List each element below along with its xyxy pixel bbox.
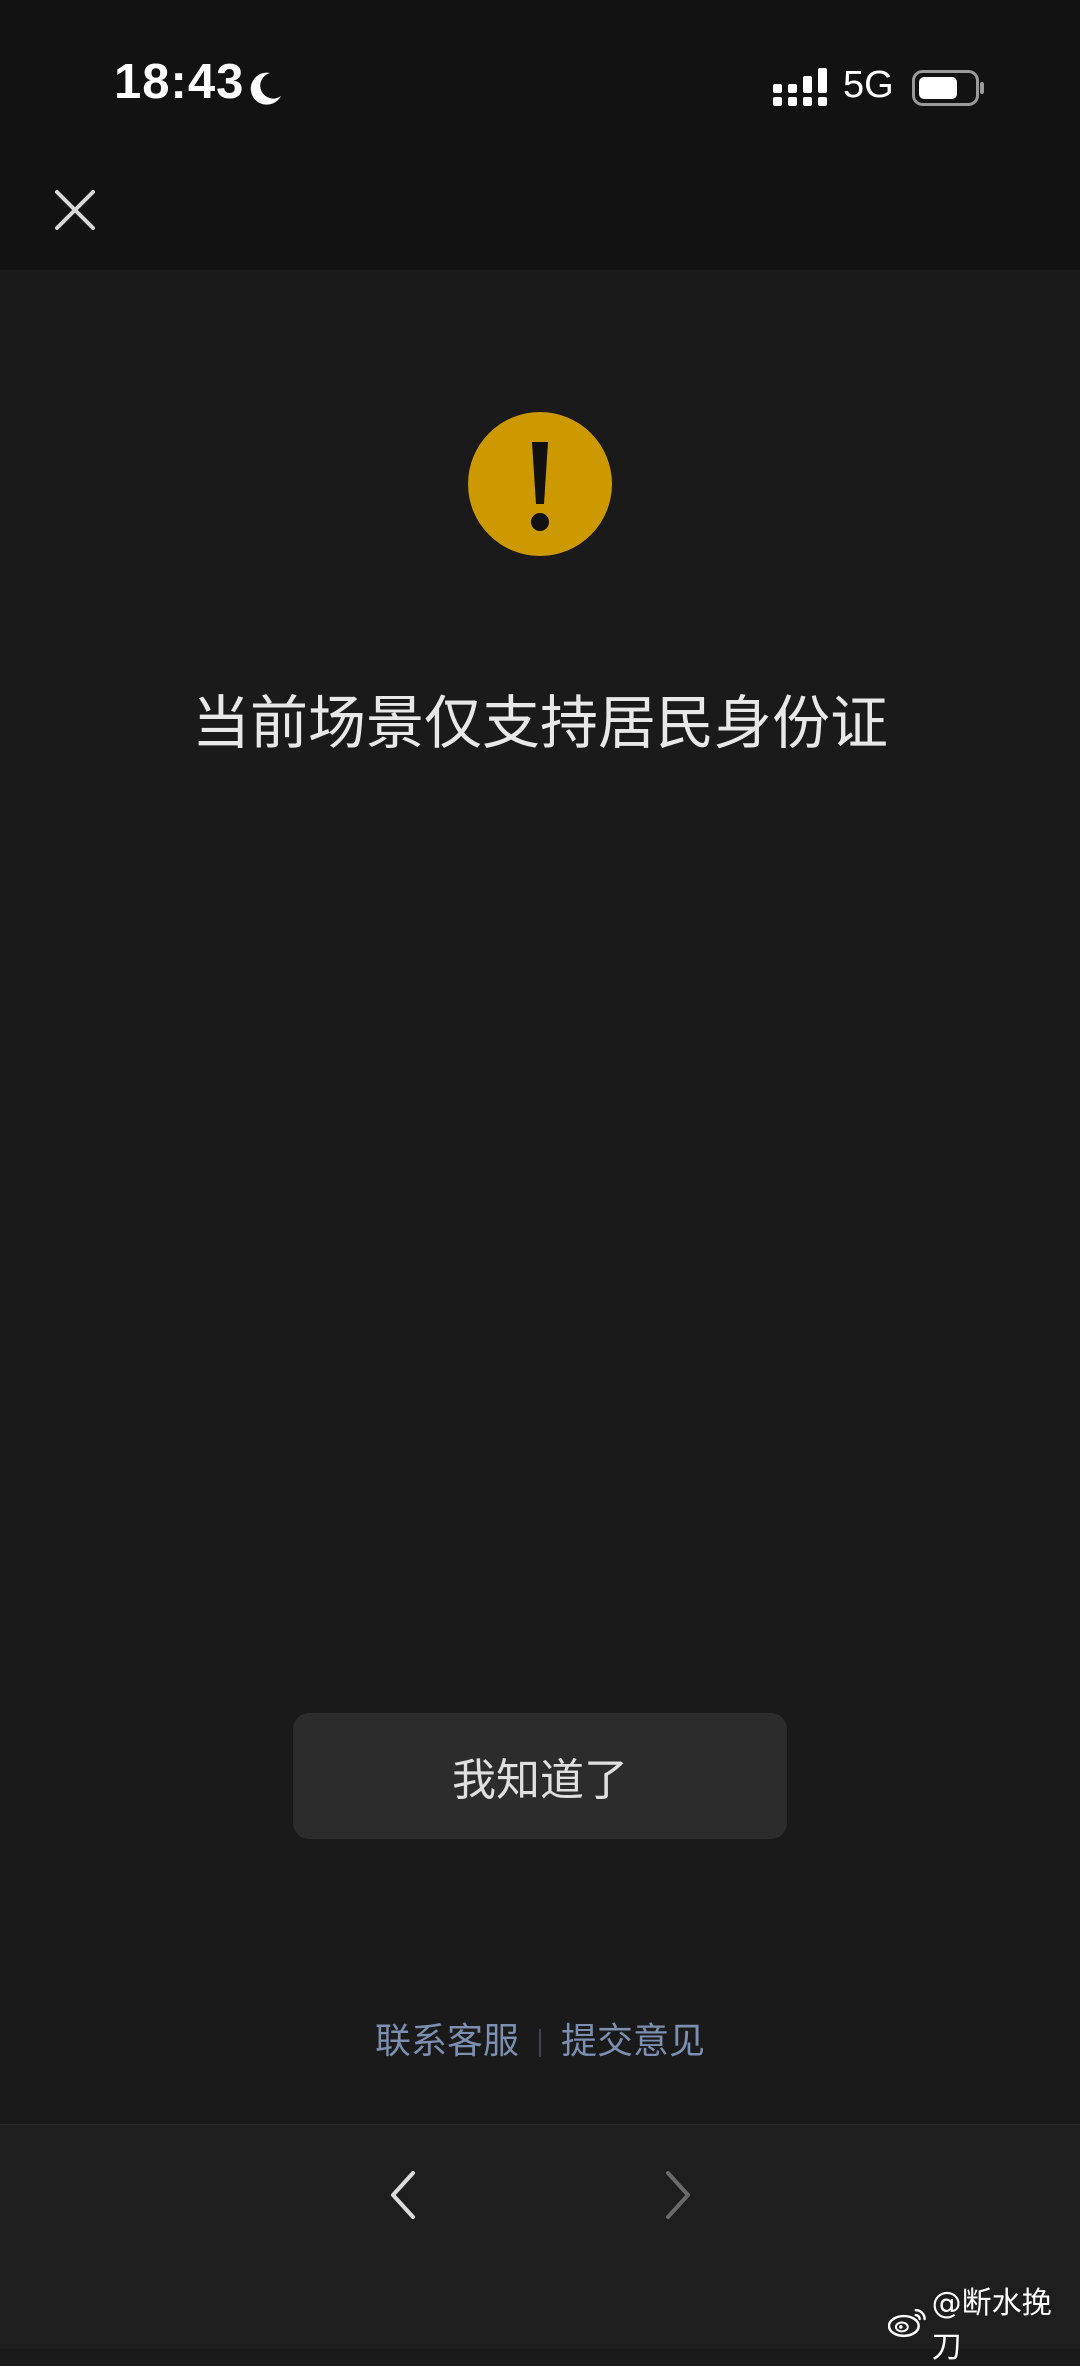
footer-links: 联系客服 提交意见 — [0, 2012, 1080, 2064]
chevron-left-icon[interactable] — [385, 2165, 425, 2225]
error-message: 当前场景仅支持居民身份证 — [191, 689, 888, 757]
close-icon[interactable] — [45, 180, 105, 240]
contact-support-link[interactable]: 联系客服 — [375, 2021, 519, 2062]
top-nav-bar — [0, 170, 1080, 270]
weibo-logo-icon — [888, 2308, 926, 2338]
warning-icon — [468, 412, 612, 556]
watermark-text: @断水挽刀 — [931, 2286, 1052, 2365]
moon-icon — [250, 72, 281, 105]
status-time: 18:43 — [114, 55, 245, 109]
watermark: @断水挽刀 — [888, 2286, 1080, 2365]
link-divider — [539, 2029, 541, 2057]
battery-icon — [912, 70, 984, 106]
acknowledge-button[interactable]: 我知道了 — [293, 1713, 787, 1839]
chevron-right-icon[interactable] — [656, 2165, 696, 2225]
network-type: 5G — [843, 64, 894, 106]
submit-feedback-link[interactable]: 提交意见 — [561, 2021, 705, 2062]
signal-icon — [773, 68, 827, 106]
